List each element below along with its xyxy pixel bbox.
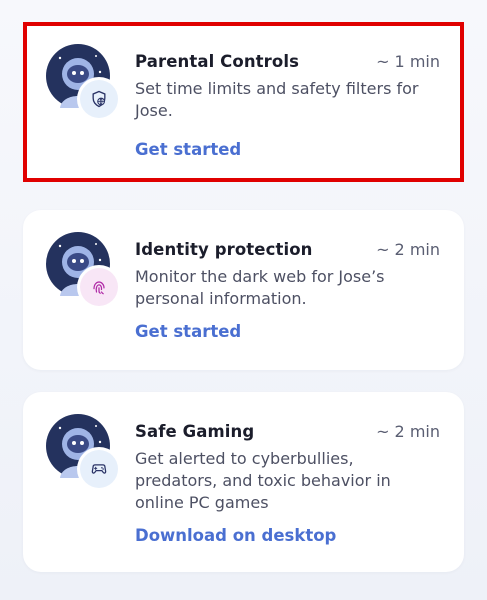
card-title: Identity protection [135, 240, 313, 259]
get-started-link[interactable]: Get started [135, 140, 241, 159]
badge [80, 268, 118, 306]
shield-globe-icon [92, 90, 106, 108]
badge [80, 80, 118, 118]
parental-controls-card[interactable]: Parental Controls ~ 1 min Set time limit… [23, 22, 464, 182]
card-description: Set time limits and safety filters for J… [135, 79, 419, 120]
card-title: Safe Gaming [135, 422, 255, 441]
download-on-desktop-link[interactable]: Download on desktop [135, 526, 336, 545]
card-duration: ~ 2 min [376, 240, 440, 259]
get-started-link[interactable]: Get started [135, 322, 241, 341]
fingerprint-icon [93, 281, 105, 295]
safe-gaming-card[interactable]: Safe Gaming ~ 2 min Get alerted to cyber… [23, 392, 464, 572]
badge [80, 450, 118, 488]
card-title: Parental Controls [135, 52, 300, 71]
card-description: Get alerted to cyberbullies, predators, … [135, 449, 391, 512]
identity-protection-card[interactable]: Identity protection ~ 2 min Monitor the … [23, 210, 464, 370]
child-avatar [46, 414, 118, 488]
child-avatar [46, 232, 118, 306]
child-avatar [46, 44, 118, 118]
card-duration: ~ 2 min [376, 422, 440, 441]
card-description: Monitor the dark web for Jose’s personal… [135, 267, 385, 308]
card-duration: ~ 1 min [376, 52, 440, 71]
gamepad-shield-icon [91, 464, 107, 474]
